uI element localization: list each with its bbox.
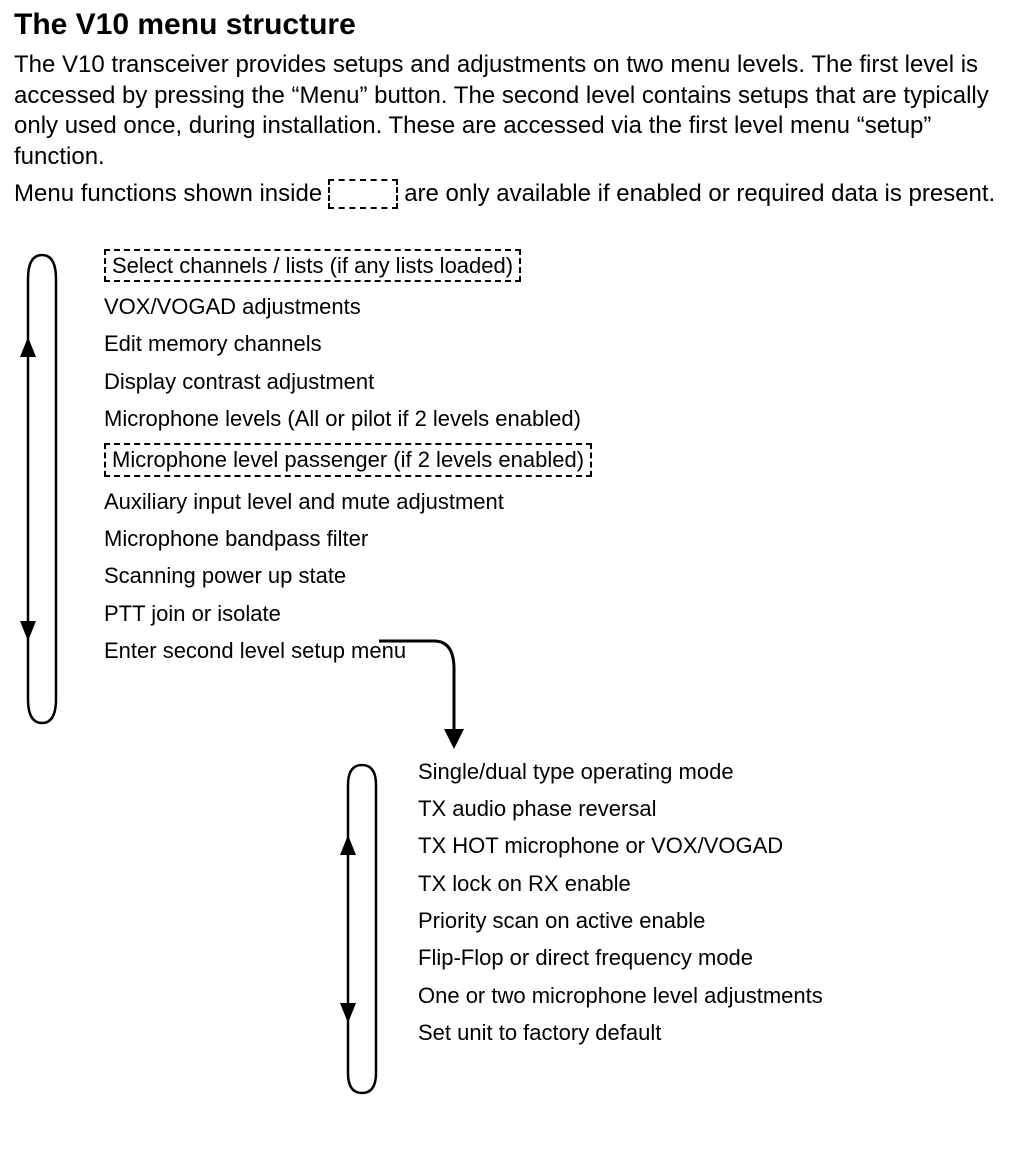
level2-menu-item: Single/dual type operating mode xyxy=(418,759,823,784)
level2-menu-list: Single/dual type operating mode TX audio … xyxy=(418,759,823,1057)
level2-menu-item: One or two microphone level adjustments xyxy=(418,983,823,1008)
level2-diagram: Single/dual type operating mode TX audio … xyxy=(334,759,1004,1099)
menu-item-label: Priority scan on active enable xyxy=(418,908,705,933)
menu-item-label: Microphone levels (All or pilot if 2 lev… xyxy=(104,406,581,431)
menu-item-label: Set unit to factory default xyxy=(418,1020,661,1045)
level2-menu-item: TX audio phase reversal xyxy=(418,796,823,821)
menu-item-label: One or two microphone level adjustments xyxy=(418,983,823,1008)
level1-diagram: Select channels / lists (if any lists lo… xyxy=(14,249,1004,729)
level1-menu-item: Auxiliary input level and mute adjustmen… xyxy=(104,489,592,514)
conditional-note: Menu functions shown inside are only ava… xyxy=(14,179,1004,209)
menu-item-label: Enter second level setup menu xyxy=(104,638,406,663)
level2-menu-item: TX lock on RX enable xyxy=(418,871,823,896)
menu-item-label: Auxiliary input level and mute adjustmen… xyxy=(104,489,504,514)
conditional-menu-item: Microphone level passenger (if 2 levels … xyxy=(104,443,592,476)
document-page: The V10 menu structure The V10 transceiv… xyxy=(0,0,1018,1139)
level1-menu-item: Microphone levels (All or pilot if 2 lev… xyxy=(104,406,592,431)
menu-item-label: PTT join or isolate xyxy=(104,601,281,626)
menu-item-label: Display contrast adjustment xyxy=(104,369,374,394)
menu-item-label: Scanning power up state xyxy=(104,563,346,588)
menu-item-label: Single/dual type operating mode xyxy=(418,759,734,784)
page-title: The V10 menu structure xyxy=(14,8,1004,42)
level1-menu-item: Edit memory channels xyxy=(104,331,592,356)
menu-item-label: TX lock on RX enable xyxy=(418,871,631,896)
menu-item-label: Edit memory channels xyxy=(104,331,322,356)
level2-menu-item: Set unit to factory default xyxy=(418,1020,823,1045)
intro-paragraph: The V10 transceiver provides setups and … xyxy=(14,50,1004,173)
level1-menu-item: Enter second level setup menu xyxy=(104,638,592,663)
level1-menu-item: PTT join or isolate xyxy=(104,601,592,626)
level1-menu-item: Scanning power up state xyxy=(104,563,592,588)
level2-menu-item: TX HOT microphone or VOX/VOGAD xyxy=(418,833,823,858)
loop-arrow-icon xyxy=(334,759,390,1099)
level2-menu-item: Priority scan on active enable xyxy=(418,908,823,933)
menu-item-label: Microphone bandpass filter xyxy=(104,526,368,551)
level2-menu-item: Flip-Flop or direct frequency mode xyxy=(418,945,823,970)
menu-item-label: VOX/VOGAD adjustments xyxy=(104,294,361,319)
level1-menu-item: Select channels / lists (if any lists lo… xyxy=(104,249,592,282)
inline-text-after: are only available if enabled or require… xyxy=(404,180,995,208)
level1-menu-item: Microphone bandpass filter xyxy=(104,526,592,551)
level1-menu-item: VOX/VOGAD adjustments xyxy=(104,294,592,319)
menu-item-label: Flip-Flop or direct frequency mode xyxy=(418,945,753,970)
loop-arrow-icon xyxy=(14,249,70,729)
level1-menu-list: Select channels / lists (if any lists lo… xyxy=(104,249,592,675)
conditional-menu-item: Select channels / lists (if any lists lo… xyxy=(104,249,521,282)
inline-text-before: Menu functions shown inside xyxy=(14,180,322,208)
menu-item-label: TX HOT microphone or VOX/VOGAD xyxy=(418,833,783,858)
level1-menu-item: Microphone level passenger (if 2 levels … xyxy=(104,443,592,476)
dashed-box-icon xyxy=(328,179,398,209)
level1-menu-item: Display contrast adjustment xyxy=(104,369,592,394)
menu-item-label: TX audio phase reversal xyxy=(418,796,656,821)
